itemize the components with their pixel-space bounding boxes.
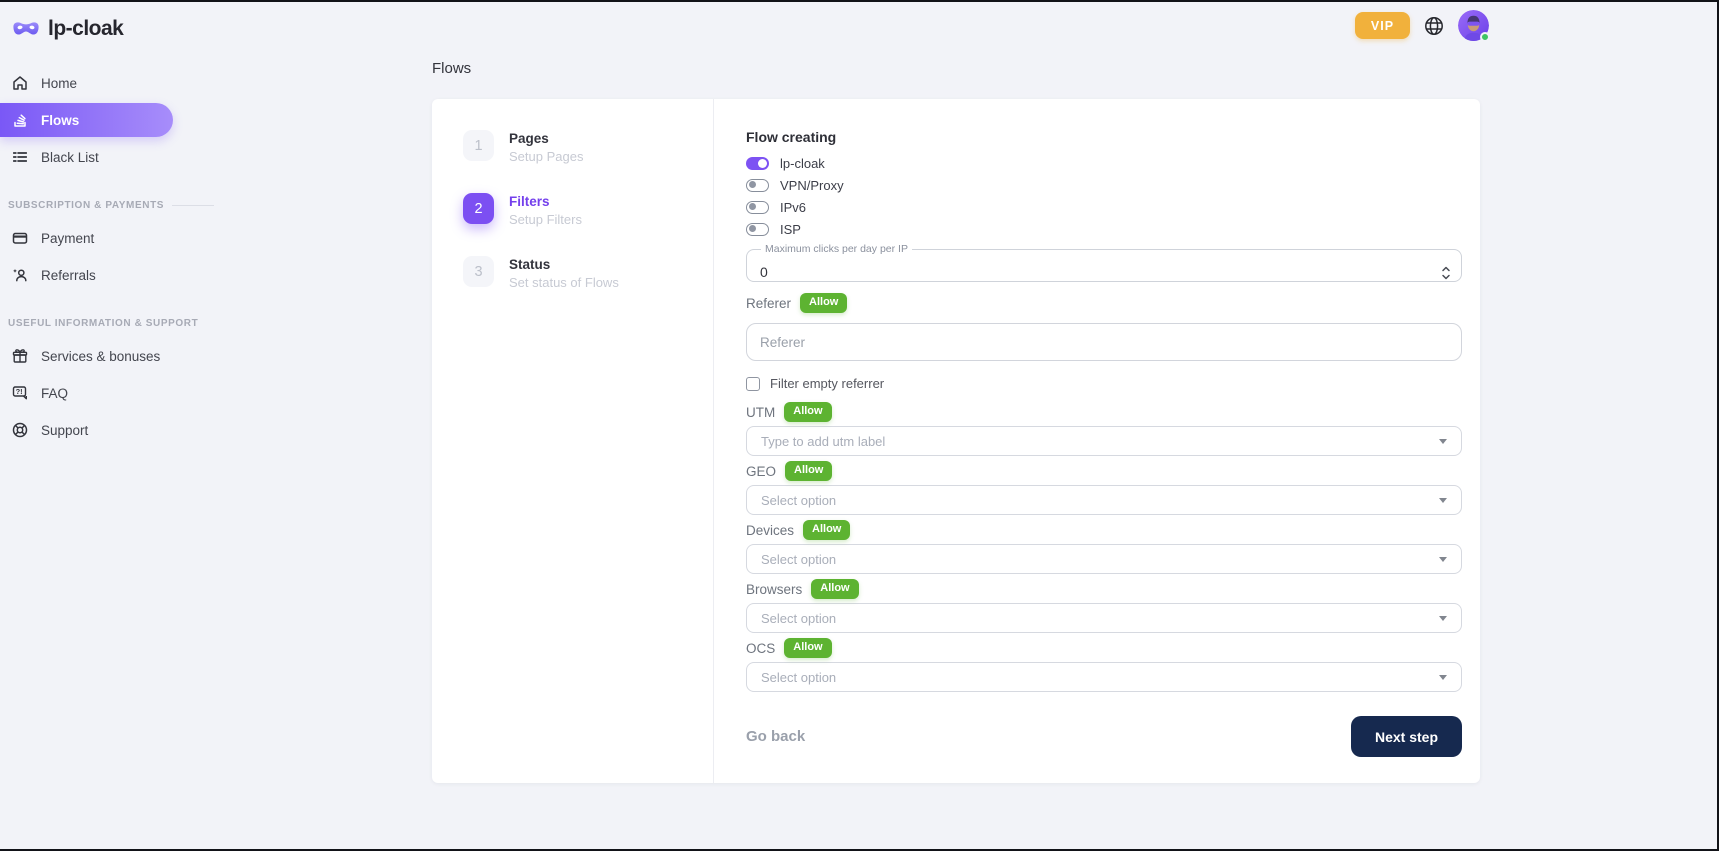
- brand-logo[interactable]: lp-cloak: [0, 14, 176, 44]
- utm-select[interactable]: Type to add utm label: [746, 426, 1462, 456]
- filter-empty-referrer-checkbox[interactable]: [746, 377, 760, 391]
- sidebar-item-faq[interactable]: ?! FAQ: [0, 376, 176, 410]
- brand-name: lp-cloak: [48, 17, 123, 41]
- support-icon: [11, 421, 29, 439]
- sidebar-item-label: FAQ: [41, 386, 68, 401]
- sidebar-item-black-list[interactable]: Black List: [0, 140, 176, 174]
- svg-text:?!: ?!: [16, 387, 23, 396]
- referer-input[interactable]: [746, 323, 1462, 361]
- step-subtitle: Setup Filters: [509, 212, 582, 227]
- home-icon: [11, 74, 29, 92]
- max-clicks-label: Maximum clicks per day per IP: [761, 244, 912, 255]
- number-stepper-icon[interactable]: [1441, 264, 1451, 287]
- isp-toggle[interactable]: [746, 223, 769, 236]
- go-back-button[interactable]: Go back: [746, 728, 805, 745]
- filter-group-geo: GEO Allow Select option: [746, 462, 1462, 515]
- step-number: 1: [463, 130, 494, 161]
- steps-panel: 1 Pages Setup Pages 2 Filters Setup Filt…: [432, 99, 714, 783]
- max-clicks-field: Maximum clicks per day per IP: [746, 244, 1462, 282]
- black-list-icon: [11, 148, 29, 166]
- section-divider: [172, 205, 214, 206]
- sidebar-item-label: Support: [41, 423, 88, 438]
- step-title: Status: [509, 256, 619, 272]
- max-clicks-input[interactable]: [760, 264, 1360, 280]
- sidebar-item-label: Home: [41, 76, 77, 91]
- sidebar-item-flows[interactable]: Flows: [0, 103, 173, 137]
- next-step-button[interactable]: Next step: [1351, 716, 1462, 757]
- toggle-row-vpn-proxy[interactable]: VPN/Proxy: [746, 178, 1462, 192]
- step-number: 3: [463, 256, 494, 287]
- user-avatar[interactable]: [1458, 10, 1489, 41]
- ocs-allow-badge[interactable]: Allow: [784, 638, 831, 657]
- online-status-dot: [1480, 32, 1490, 42]
- ocs-select[interactable]: Select option: [746, 662, 1462, 692]
- sidebar-item-label: Payment: [41, 231, 94, 246]
- utm-allow-badge[interactable]: Allow: [784, 402, 831, 421]
- step-number: 2: [463, 193, 494, 224]
- language-globe-icon[interactable]: [1423, 15, 1445, 37]
- filter-group-browsers: Browsers Allow Select option: [746, 580, 1462, 633]
- ipv6-toggle[interactable]: [746, 201, 769, 214]
- filter-group-utm: UTM Allow Type to add utm label: [746, 403, 1462, 456]
- vip-button[interactable]: VIP: [1355, 12, 1410, 39]
- form-title: Flow creating: [746, 129, 1462, 145]
- sidebar-item-label: Referrals: [41, 268, 96, 283]
- referer-label-row: Referer Allow: [746, 294, 1462, 312]
- sidebar-item-referrals[interactable]: Referrals: [0, 258, 176, 292]
- sidebar: lp-cloak Home Flows: [0, 2, 176, 849]
- flows-icon: [11, 111, 29, 129]
- filter-group-devices: Devices Allow Select option: [746, 521, 1462, 574]
- flow-card: 1 Pages Setup Pages 2 Filters Setup Filt…: [432, 99, 1480, 783]
- sidebar-nav: Home Flows Black List SUBSCRIPTION & PAY…: [0, 66, 176, 447]
- step-pages[interactable]: 1 Pages Setup Pages: [463, 130, 713, 164]
- toggle-row-isp[interactable]: ISP: [746, 222, 1462, 236]
- filter-empty-referrer-row[interactable]: Filter empty referrer: [746, 376, 1462, 391]
- chevron-down-icon: [1439, 557, 1447, 562]
- sidebar-section-useful-information: USEFUL INFORMATION & SUPPORT: [8, 318, 176, 329]
- chevron-down-icon: [1439, 439, 1447, 444]
- filter-group-ocs: OCS Allow Select option: [746, 639, 1462, 692]
- step-subtitle: Set status of Flows: [509, 275, 619, 290]
- lp-cloak-toggle[interactable]: [746, 157, 769, 170]
- chevron-down-icon: [1439, 616, 1447, 621]
- form-actions: Go back Next step: [746, 716, 1462, 757]
- sidebar-item-payment[interactable]: Payment: [0, 221, 176, 255]
- gift-icon: [11, 347, 29, 365]
- app-window: lp-cloak Home Flows: [0, 0, 1719, 851]
- mask-logo-icon: [12, 19, 40, 39]
- chevron-down-icon: [1439, 675, 1447, 680]
- referrals-icon: [11, 266, 29, 284]
- step-filters[interactable]: 2 Filters Setup Filters: [463, 193, 713, 227]
- step-title: Filters: [509, 193, 582, 209]
- payment-icon: [11, 229, 29, 247]
- sidebar-item-label: Services & bonuses: [41, 349, 160, 364]
- sidebar-item-label: Flows: [41, 113, 79, 128]
- sidebar-item-services-bonuses[interactable]: Services & bonuses: [0, 339, 176, 373]
- sidebar-item-label: Black List: [41, 150, 99, 165]
- chevron-down-icon: [1439, 498, 1447, 503]
- toggle-row-ipv6[interactable]: IPv6: [746, 200, 1462, 214]
- devices-select[interactable]: Select option: [746, 544, 1462, 574]
- step-subtitle: Setup Pages: [509, 149, 583, 164]
- sidebar-section-subscription-payments: SUBSCRIPTION & PAYMENTS: [8, 200, 176, 211]
- browsers-select[interactable]: Select option: [746, 603, 1462, 633]
- geo-select[interactable]: Select option: [746, 485, 1462, 515]
- step-status[interactable]: 3 Status Set status of Flows: [463, 256, 713, 290]
- flow-creating-form: Flow creating lp-cloak VPN/Proxy IPv6 IS…: [714, 99, 1480, 783]
- main-content: Flows 1 Pages Setup Pages 2 Filters Setu…: [432, 60, 1480, 783]
- referer-allow-badge[interactable]: Allow: [800, 293, 847, 312]
- geo-allow-badge[interactable]: Allow: [785, 461, 832, 480]
- toggle-row-lp-cloak[interactable]: lp-cloak: [746, 156, 1462, 170]
- devices-allow-badge[interactable]: Allow: [803, 520, 850, 539]
- browsers-allow-badge[interactable]: Allow: [811, 579, 858, 598]
- vpn-proxy-toggle[interactable]: [746, 179, 769, 192]
- faq-icon: ?!: [11, 384, 29, 402]
- topbar-right: VIP: [1355, 10, 1489, 41]
- sidebar-item-home[interactable]: Home: [0, 66, 176, 100]
- page-title: Flows: [432, 60, 1480, 77]
- step-title: Pages: [509, 130, 583, 146]
- sidebar-item-support[interactable]: Support: [0, 413, 176, 447]
